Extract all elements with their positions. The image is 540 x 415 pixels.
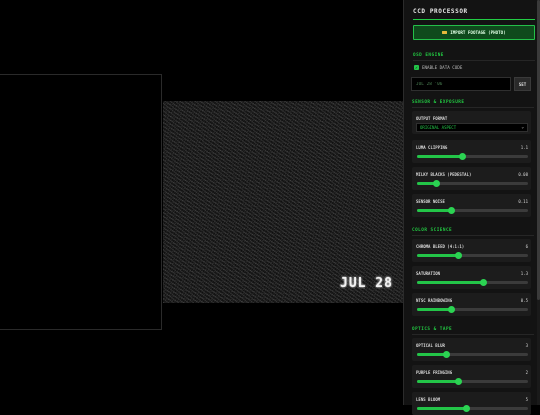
purple-fringing-control: PURPLE FRINGING 2	[412, 365, 531, 388]
ntsc-rainbowing-label: NTSC RAINBOWING	[416, 298, 453, 303]
folder-icon	[442, 30, 448, 35]
chroma-bleed-slider-thumb[interactable]	[454, 252, 462, 259]
luma-clipping-slider-fill	[417, 155, 463, 158]
ntsc-rainbowing-slider[interactable]	[417, 306, 528, 313]
optical-blur-control: OPTICAL BLUR 3	[412, 338, 531, 361]
saturation-value: 1.3	[520, 271, 528, 276]
section-optics-tape: OPTICS & TAPE	[412, 327, 453, 332]
purple-fringing-slider-thumb[interactable]	[454, 378, 462, 385]
lens-bloom-value: 5	[525, 397, 528, 402]
chroma-bleed-slider-fill	[417, 254, 459, 257]
section-divider	[412, 107, 534, 108]
ntsc-rainbowing-slider-fill	[417, 308, 452, 311]
section-sensor-exposure: SENSOR & EXPOSURE	[412, 100, 465, 105]
sensor-noise-label: SENSOR NOISE	[416, 199, 445, 204]
output-format-select[interactable]: ORIGINAL ASPECT ⌄	[416, 123, 528, 132]
lens-bloom-control: LENS BLOOM 5	[412, 392, 531, 415]
saturation-control: SATURATION 1.3	[412, 266, 531, 289]
chevron-down-icon: ⌄	[521, 125, 524, 130]
check-icon: ✓	[415, 65, 418, 70]
enable-data-code-checkbox[interactable]: ✓	[414, 65, 419, 70]
optical-blur-value: 3	[525, 343, 528, 348]
purple-fringing-label: PURPLE FRINGING	[416, 370, 453, 375]
preview-viewport: JUL 28 '	[0, 0, 403, 405]
lens-bloom-slider-thumb[interactable]	[463, 405, 471, 412]
luma-clipping-value: 1.1	[520, 145, 528, 150]
chroma-bleed-value: 6	[525, 244, 528, 249]
saturation-slider-fill	[417, 281, 484, 284]
optical-blur-slider-thumb[interactable]	[443, 351, 451, 358]
ntsc-rainbowing-slider-thumb[interactable]	[447, 306, 455, 313]
lens-bloom-slider-fill	[417, 407, 467, 410]
milky-blacks-control: MILKY BLACKS (PEDESTAL) 0.08	[412, 167, 531, 190]
lens-bloom-slider[interactable]	[417, 405, 528, 412]
optical-blur-slider-fill	[417, 353, 447, 356]
date-code-overlay: JUL 28 '	[340, 276, 403, 291]
sensor-noise-slider-fill	[417, 209, 452, 212]
luma-clipping-control: LUMA CLIPPING 1.1	[412, 140, 531, 163]
section-divider	[413, 60, 535, 61]
saturation-slider-thumb[interactable]	[480, 279, 488, 286]
luma-clipping-slider[interactable]	[417, 153, 528, 160]
ntsc-rainbowing-control: NTSC RAINBOWING 0.5	[412, 293, 531, 316]
date-code-input[interactable]	[411, 77, 511, 91]
saturation-slider[interactable]	[417, 279, 528, 286]
noise-preview-image	[163, 101, 403, 303]
ntsc-rainbowing-value: 0.5	[520, 298, 528, 303]
purple-fringing-slider-fill	[417, 380, 459, 383]
optical-blur-slider[interactable]	[417, 351, 528, 358]
section-color-science: COLOR SCIENCE	[412, 228, 453, 233]
chroma-bleed-slider[interactable]	[417, 252, 528, 259]
saturation-label: SATURATION	[416, 271, 441, 276]
output-format-label: OUTPUT FORMAT	[416, 116, 448, 121]
milky-blacks-slider-thumb[interactable]	[433, 180, 441, 187]
output-format-card: OUTPUT FORMAT ORIGINAL ASPECT ⌄	[412, 111, 531, 134]
optical-blur-label: OPTICAL BLUR	[416, 343, 445, 348]
section-divider	[412, 334, 534, 335]
purple-fringing-value: 2	[525, 370, 528, 375]
import-button-label: IMPORT FOOTAGE (PHOTO)	[450, 30, 506, 35]
output-format-value: ORIGINAL ASPECT	[420, 125, 457, 130]
sensor-noise-value: 0.11	[518, 199, 528, 204]
sensor-noise-slider-thumb[interactable]	[447, 207, 455, 214]
panel-title: CCD PROCESSOR	[413, 8, 468, 15]
preview-frame	[0, 74, 162, 330]
chroma-bleed-label: CHROMA BLEED (4:1:1)	[416, 244, 465, 249]
section-osd-engine: OSD ENGINE	[413, 53, 444, 58]
section-divider	[412, 235, 534, 236]
enable-data-code-label: ENABLE DATA CODE	[422, 65, 463, 70]
luma-clipping-slider-thumb[interactable]	[459, 153, 466, 160]
milky-blacks-label: MILKY BLACKS (PEDESTAL)	[416, 172, 472, 177]
lens-bloom-label: LENS BLOOM	[416, 397, 441, 402]
purple-fringing-slider[interactable]	[417, 378, 528, 385]
milky-blacks-value: 0.08	[518, 172, 528, 177]
title-divider	[413, 19, 535, 20]
chroma-bleed-control: CHROMA BLEED (4:1:1) 6	[412, 239, 531, 262]
sensor-noise-control: SENSOR NOISE 0.11	[412, 194, 531, 217]
luma-clipping-label: LUMA CLIPPING	[416, 145, 448, 150]
milky-blacks-slider[interactable]	[417, 180, 528, 187]
import-footage-button[interactable]: IMPORT FOOTAGE (PHOTO)	[413, 25, 535, 40]
set-date-button[interactable]: SET	[514, 77, 531, 91]
sensor-noise-slider[interactable]	[417, 207, 528, 214]
